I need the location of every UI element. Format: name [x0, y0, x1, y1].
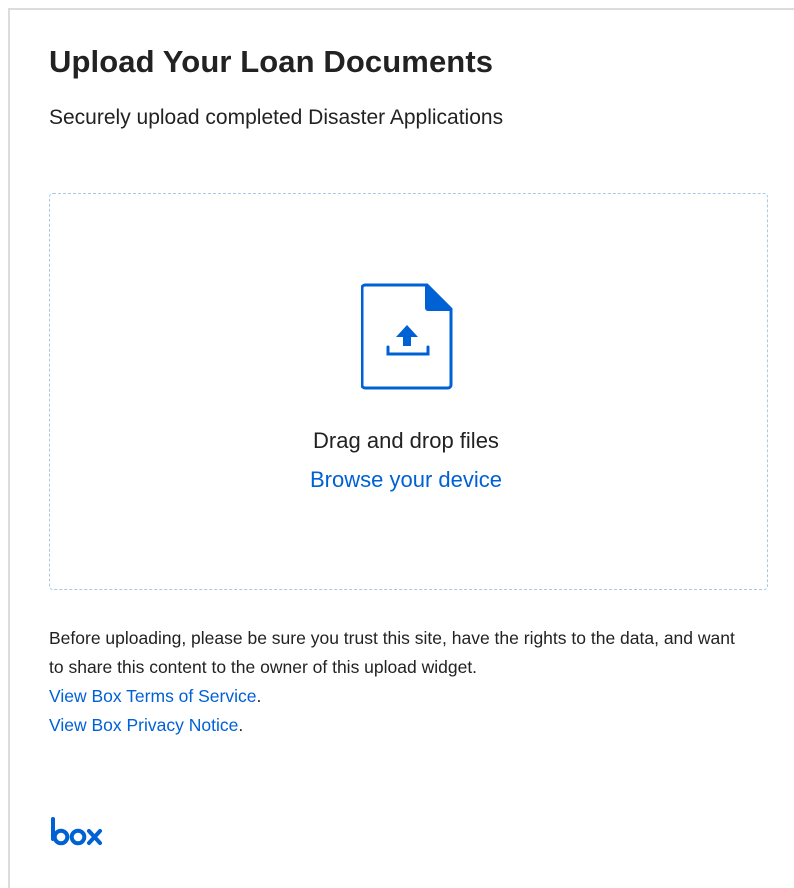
terms-line: View Box Terms of Service.: [49, 682, 749, 711]
file-upload-icon: [361, 283, 453, 390]
browse-device-link[interactable]: Browse your device: [0, 467, 794, 493]
file-dropzone[interactable]: [49, 193, 768, 590]
page-title: Upload Your Loan Documents: [49, 44, 494, 79]
terms-period: .: [256, 686, 262, 706]
upload-notice: Before uploading, please be sure you tru…: [49, 624, 749, 740]
privacy-line: View Box Privacy Notice.: [49, 711, 749, 740]
terms-of-service-link[interactable]: View Box Terms of Service: [49, 686, 257, 706]
notice-text: Before uploading, please be sure you tru…: [49, 628, 735, 677]
drag-and-drop-text: Drag and drop files: [313, 428, 499, 453]
page-subtitle: Securely upload completed Disaster Appli…: [49, 106, 504, 129]
privacy-period: .: [238, 715, 244, 735]
box-logo-icon: [51, 817, 102, 846]
privacy-notice-link[interactable]: View Box Privacy Notice: [49, 715, 238, 735]
